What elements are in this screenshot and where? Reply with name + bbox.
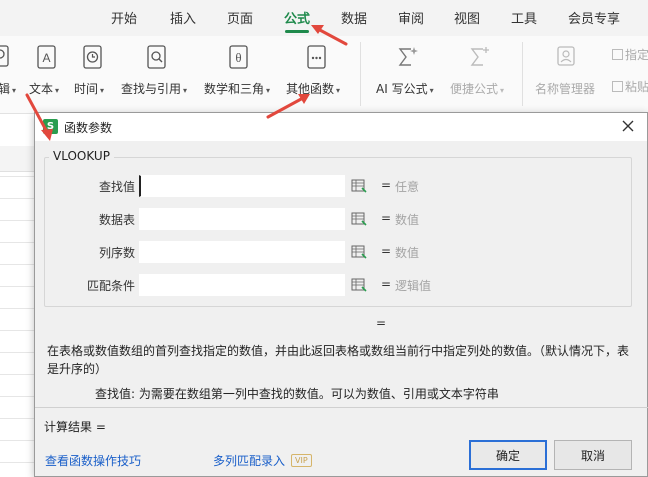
cancel-button[interactable]: 取消	[554, 440, 632, 470]
spreadsheet-app-icon: S	[43, 119, 58, 134]
ribbon-button-paste-name[interactable]: 粘贴	[612, 78, 648, 95]
name-manager-icon	[557, 46, 575, 66]
clock-function-icon	[83, 45, 102, 69]
range-select-icon[interactable]	[351, 178, 367, 194]
function-tips-link[interactable]: 查看函数操作技巧	[45, 452, 141, 469]
ai-formula-icon	[398, 47, 418, 66]
lookup-value-input[interactable]	[139, 175, 345, 197]
argument-description: 查找值: 为需要在数组第一列中查找的数值。可以为数值、引用或文本字符串	[95, 387, 499, 401]
arg-row-col-index: 列序数 = 数值	[35, 241, 648, 263]
col-index-input[interactable]	[139, 241, 345, 263]
ribbon-label-time: 时间	[74, 82, 99, 96]
tab-home[interactable]: 开始	[111, 8, 137, 27]
ribbon-toolbar: 辑 ▾ A 文本 ▾ 时间 ▾ 查找与引用 ▾ θ 数学和三角 ▾ 其他函数 ▾ AI 写公…	[0, 36, 648, 114]
partial-function-icon	[0, 45, 9, 67]
ribbon-partial-button[interactable]: 辑 ▾	[0, 44, 16, 96]
active-tab-underline	[285, 30, 309, 33]
table-array-input[interactable]	[139, 208, 345, 230]
arg-eq: =	[381, 211, 392, 225]
ribbon-label-more-functions: 其他函数	[286, 82, 335, 96]
ribbon-label-define-name: 指定	[625, 48, 648, 62]
text-function-icon: A	[37, 45, 56, 69]
math-function-icon: θ	[229, 45, 248, 69]
arg-label: 列序数	[98, 246, 135, 260]
svg-text:θ: θ	[235, 50, 241, 65]
range-select-icon[interactable]	[351, 277, 367, 293]
paste-name-icon	[612, 81, 623, 92]
arg-label: 数据表	[98, 213, 135, 227]
define-name-icon	[612, 49, 623, 60]
ribbon-label-name-manager: 名称管理器	[535, 82, 596, 96]
arg-label: 查找值	[98, 180, 135, 194]
ribbon-label-paste-name: 粘贴	[625, 80, 648, 94]
calc-result: 计算结果 =	[44, 420, 106, 434]
function-description: 在表格或数值数组的首列查找指定的数值，并由此返回表格或数组当前行中指定列处的数值…	[47, 344, 630, 376]
ribbon-label-ai-formula: AI 写公式	[376, 82, 428, 96]
ribbon-button-ai-formula[interactable]: AI 写公式 ▾	[376, 44, 434, 96]
arg-hint: 数值	[395, 213, 420, 227]
ribbon-label-lookup: 查找与引用	[121, 82, 182, 96]
range-lookup-input[interactable]	[139, 274, 345, 296]
formula-result-eq: =	[376, 316, 387, 330]
tab-formula[interactable]: 公式	[284, 8, 310, 27]
arg-label: 匹配条件	[86, 279, 135, 293]
arg-hint: 数值	[395, 246, 420, 260]
ribbon-button-quick-formula[interactable]: 便捷公式 ▾	[450, 44, 504, 96]
tab-page[interactable]: 页面	[227, 8, 253, 27]
ribbon-separator	[522, 42, 523, 106]
ribbon-partial-label: 辑	[0, 82, 11, 96]
arg-hint: 任意	[395, 180, 420, 194]
tab-tools[interactable]: 工具	[511, 8, 537, 27]
range-select-icon[interactable]	[351, 244, 367, 260]
close-icon[interactable]	[619, 117, 637, 135]
arg-hint: 逻辑值	[395, 279, 432, 293]
more-functions-icon	[307, 45, 326, 69]
ribbon-label-quick-formula: 便捷公式	[450, 82, 499, 96]
ribbon-separator	[360, 42, 361, 106]
tab-data[interactable]: 数据	[341, 8, 367, 27]
arg-eq: =	[381, 178, 392, 192]
ribbon-button-name-manager[interactable]: 名称管理器	[535, 44, 595, 96]
svg-text:A: A	[42, 51, 50, 65]
dialog-title-bar: S 函数参数	[35, 113, 647, 141]
ribbon-button-define-name[interactable]: 指定	[612, 46, 648, 63]
function-arguments-dialog: S 函数参数 VLOOKUP 查找值 = 任意 数据表 = 数值 列序数 = 数…	[34, 112, 648, 477]
arg-row-table-array: 数据表 = 数值	[35, 208, 648, 230]
ok-button[interactable]: 确定	[469, 440, 547, 470]
function-name: VLOOKUP	[49, 149, 114, 163]
ribbon-tab-bar: 开始 插入 页面 公式 数据 审阅 视图 工具 会员专享	[0, 0, 648, 36]
ribbon-button-time[interactable]: 时间 ▾	[74, 44, 106, 96]
tab-view[interactable]: 视图	[454, 8, 480, 27]
tab-review[interactable]: 审阅	[398, 8, 424, 27]
ribbon-label-math: 数学和三角	[204, 82, 265, 96]
arg-eq: =	[381, 244, 392, 258]
tab-member[interactable]: 会员专享	[568, 8, 620, 27]
tab-insert[interactable]: 插入	[170, 8, 196, 27]
ribbon-button-more-functions[interactable]: 其他函数 ▾	[286, 44, 340, 96]
ribbon-button-math[interactable]: θ 数学和三角 ▾	[204, 44, 270, 96]
dialog-title: 函数参数	[64, 121, 113, 135]
ribbon-button-text[interactable]: A 文本 ▾	[29, 44, 60, 96]
dialog-divider	[35, 407, 648, 408]
quick-formula-icon	[470, 47, 489, 66]
range-select-icon[interactable]	[351, 211, 367, 227]
ribbon-button-lookup[interactable]: 查找与引用 ▾	[121, 44, 187, 96]
arg-eq: =	[381, 277, 392, 291]
multi-column-match-link[interactable]: 多列匹配录入	[213, 452, 285, 469]
ribbon-label-text: 文本	[29, 82, 54, 96]
arg-row-lookup-value: 查找值 = 任意	[35, 175, 648, 197]
arg-row-range-lookup: 匹配条件 = 逻辑值	[35, 274, 648, 296]
vip-badge: VIP	[291, 454, 312, 467]
lookup-function-icon	[147, 45, 166, 69]
